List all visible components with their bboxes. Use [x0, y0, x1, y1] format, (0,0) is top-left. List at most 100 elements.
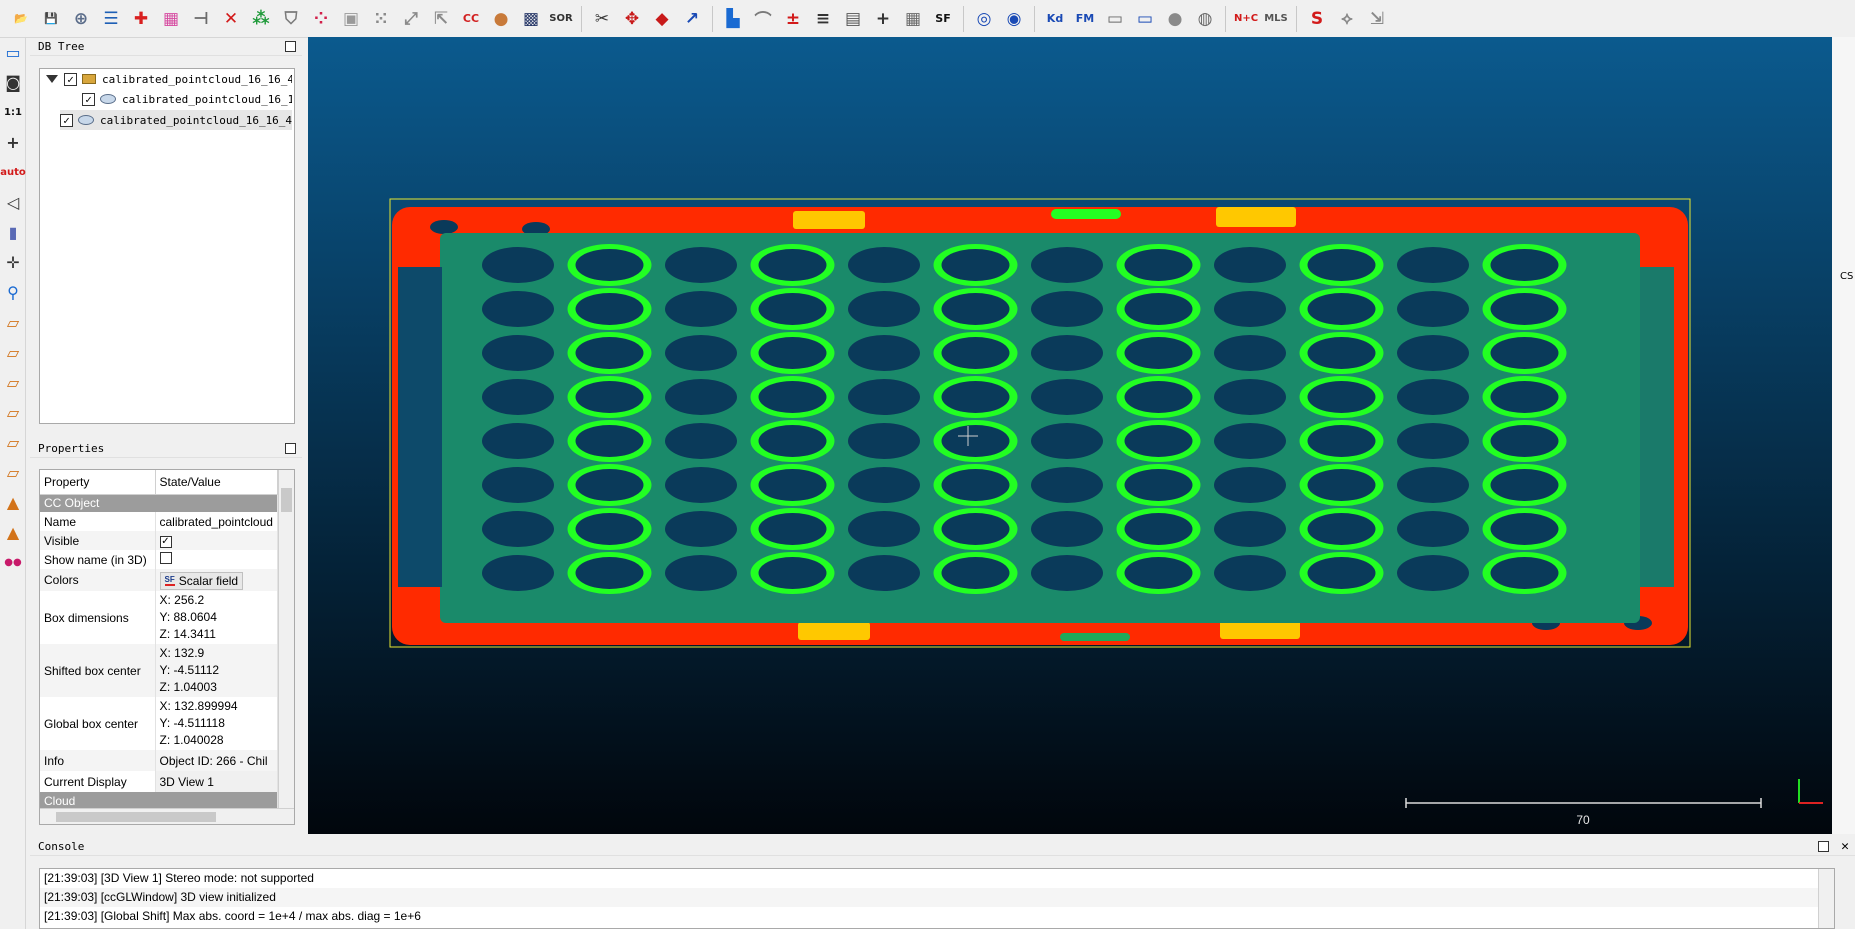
well-hole — [1307, 381, 1376, 413]
mls-icon[interactable]: MLS — [1263, 6, 1289, 32]
tree-item-child-cloud[interactable]: ✓ calibrated_pointcloud_16_1… — [82, 89, 292, 109]
tree-item-checkbox[interactable]: ✓ — [82, 92, 95, 106]
db-tree-float-button[interactable] — [285, 41, 296, 52]
auto-pick-icon[interactable]: auto — [0, 160, 26, 184]
console-close-icon[interactable]: ✕ — [1841, 838, 1849, 856]
scalar-arrow-icon[interactable]: ↗ — [679, 6, 705, 32]
sf-minmax-icon[interactable]: ± — [780, 6, 806, 32]
sphere-icon[interactable]: ● — [1162, 6, 1188, 32]
pivot-icon[interactable]: ✛ — [2, 250, 24, 274]
filter-icon[interactable]: ⛉ — [278, 6, 304, 32]
camera-icon[interactable]: ◙ — [2, 70, 24, 94]
current-display-dropdown[interactable]: 3D View 1 — [155, 771, 278, 792]
well-hole — [758, 381, 827, 413]
calculator-icon[interactable]: ▦ — [900, 6, 926, 32]
plane-icon[interactable]: ◆ — [649, 6, 675, 32]
properties-float-button[interactable] — [285, 443, 296, 454]
sf-curve-icon[interactable]: ⌒ — [750, 6, 776, 32]
show-name-checkbox[interactable] — [159, 552, 172, 564]
well-hole — [941, 557, 1010, 589]
perspective-icon[interactable]: ◁ — [2, 190, 24, 214]
globe-icon[interactable]: ◍ — [1192, 6, 1218, 32]
s-curve-icon[interactable]: S — [1304, 6, 1330, 32]
properties-horizontal-scrollbar[interactable] — [40, 808, 294, 824]
ortho-icon[interactable]: ▮ — [2, 220, 24, 244]
delete-icon[interactable]: ✕ — [218, 6, 244, 32]
normal-curvature-icon[interactable]: N+C — [1233, 6, 1259, 32]
add-point-icon[interactable]: ✚ — [128, 6, 154, 32]
crosshair-icon[interactable]: + — [2, 130, 24, 154]
sf-icon[interactable]: SF — [930, 6, 956, 32]
cc-compare-icon[interactable]: CC — [458, 6, 484, 32]
sample-points-icon[interactable]: ⁂ — [248, 6, 274, 32]
view-bottom-icon[interactable]: ▱ — [2, 460, 24, 484]
transfer-icon[interactable]: ⇲ — [1364, 6, 1390, 32]
resample-icon[interactable]: ⤢ — [398, 6, 424, 32]
octree-icon[interactable]: ▣ — [338, 6, 364, 32]
well-hole — [848, 291, 920, 327]
open-icon[interactable]: 📂 — [8, 6, 34, 32]
view-top-icon[interactable]: ▱ — [2, 310, 24, 334]
collapse-arrow-icon[interactable] — [46, 75, 58, 83]
well-hole — [1397, 291, 1469, 327]
tree-item-cloud-selected[interactable]: ✓ calibrated_pointcloud_16_16_4… — [60, 110, 292, 130]
zoom-1to1-icon[interactable]: 1:1 — [2, 100, 24, 124]
pick-rotation-center-icon[interactable]: ⊕ — [68, 6, 94, 32]
sor-icon[interactable]: SOR — [548, 6, 574, 32]
scrollbar-thumb[interactable] — [56, 812, 216, 822]
visible-checkbox[interactable]: ✓ — [159, 536, 172, 548]
kd-tree-icon[interactable]: Kd — [1042, 6, 1068, 32]
tree-item-checkbox[interactable]: ✓ — [60, 113, 73, 127]
property-column-header[interactable]: Property — [40, 470, 156, 495]
console-float-button[interactable] — [1818, 841, 1829, 852]
view-back-icon[interactable]: ▱ — [2, 400, 24, 424]
colors-dropdown[interactable]: SF Scalar field — [159, 571, 244, 590]
projection-icon[interactable]: ▭ — [1102, 6, 1128, 32]
zoom-icon[interactable]: ⚲ — [2, 280, 24, 304]
scissors-icon[interactable]: ✂ — [589, 6, 615, 32]
value-column-header[interactable]: State/Value — [155, 470, 278, 495]
subsample-icon[interactable]: ⁘ — [308, 6, 334, 32]
plus-icon[interactable]: + — [870, 6, 896, 32]
list-icon[interactable]: ☰ — [98, 6, 124, 32]
color-scale-icon[interactable]: ▦ — [158, 6, 184, 32]
well-hole — [848, 247, 920, 283]
well-hole — [665, 379, 737, 415]
view-right-icon[interactable]: ▱ — [2, 430, 24, 454]
properties-vertical-scrollbar[interactable] — [278, 470, 294, 810]
save-icon[interactable]: 💾 — [38, 6, 64, 32]
tree-item-checkbox[interactable]: ✓ — [64, 72, 77, 86]
checkerboard-icon[interactable]: ▩ — [518, 6, 544, 32]
export-icon[interactable]: ▭ — [1132, 6, 1158, 32]
canupo-create-icon[interactable]: ◎ — [971, 6, 997, 32]
sf-filter-icon[interactable]: ≡ — [810, 6, 836, 32]
box-dim-z: Z: 14.3411 — [159, 627, 216, 641]
canupo-classify-icon[interactable]: ◉ — [1001, 6, 1027, 32]
console-vertical-scrollbar[interactable] — [1818, 869, 1834, 928]
cloud-mesh-icon[interactable]: ● — [488, 6, 514, 32]
view-front-icon[interactable]: ▱ — [2, 340, 24, 364]
translate-icon[interactable]: ✥ — [619, 6, 645, 32]
well-hole — [575, 293, 644, 325]
tree-item-group[interactable]: ✓ calibrated_pointcloud_16_16_4… — [42, 69, 292, 89]
point-cloud-tray[interactable] — [392, 207, 1688, 645]
toolbar-separator — [712, 5, 713, 32]
property-name-value[interactable]: calibrated_pointcloud — [155, 512, 278, 531]
fm-icon[interactable]: FM — [1072, 6, 1098, 32]
front-view-icon[interactable]: ▲ — [2, 490, 24, 514]
stereo-icon[interactable]: ●● — [2, 550, 24, 574]
well-hole — [1214, 247, 1286, 283]
normals-icon[interactable]: ⇱ — [428, 6, 454, 32]
view-left-icon[interactable]: ▱ — [2, 370, 24, 394]
scatter-icon[interactable]: ⁙ — [368, 6, 394, 32]
3d-view[interactable]: 70 — [308, 37, 1832, 834]
fullscreen-icon[interactable]: ▭ — [2, 40, 24, 64]
3d-view-canvas[interactable]: 70 — [308, 37, 1832, 834]
scrollbar-thumb[interactable] — [281, 488, 292, 512]
registration-icon[interactable]: ⟡ — [1334, 6, 1360, 32]
back-view-icon[interactable]: ▲ — [2, 520, 24, 544]
merge-icon[interactable]: ⊣ — [188, 6, 214, 32]
well-hole — [482, 511, 554, 547]
histogram-icon[interactable]: ▙ — [720, 6, 746, 32]
sf-table-icon[interactable]: ▤ — [840, 6, 866, 32]
